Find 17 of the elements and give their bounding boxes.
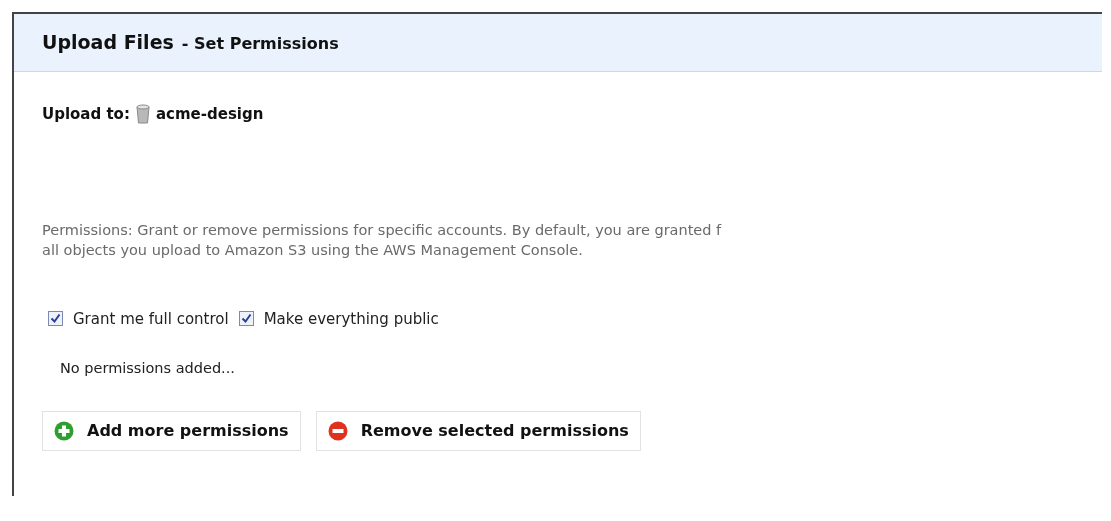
panel-title: Upload Files <box>42 30 174 56</box>
minus-icon <box>327 420 348 441</box>
checkbox[interactable] <box>238 311 254 327</box>
upload-to-label: Upload to: <box>42 104 130 125</box>
permissions-description: Permissions: Grant or remove permissions for specific accounts. By default, you are granted f all objects you upload to Amazon S3 using the AWS Management Console. <box>42 220 723 260</box>
bucket-icon <box>135 104 150 125</box>
empty-message: No permissions added... <box>60 359 235 378</box>
bucket-name: acme-design <box>155 104 264 125</box>
remove-permissions-button[interactable]: Remove selected permissions <box>315 410 641 451</box>
checkbox-label: Make everything public <box>263 308 439 330</box>
check-icon <box>50 313 61 325</box>
plus-icon <box>54 420 74 441</box>
check-icon <box>240 313 252 325</box>
add-permissions-button[interactable]: Add more permissions <box>42 410 301 451</box>
checkbox[interactable] <box>48 311 63 327</box>
panel-subtitle: - Set Permissions <box>181 32 339 55</box>
checkbox-label: Grant me full control <box>73 308 229 330</box>
